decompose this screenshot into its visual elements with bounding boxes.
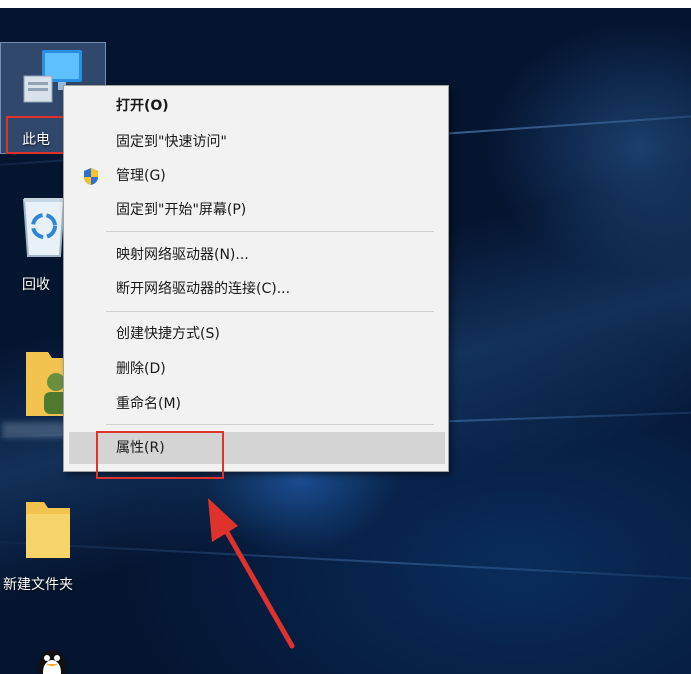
menu-item-label: 固定到"快速访问": [116, 134, 227, 150]
menu-item-create-shortcut[interactable]: 创建快捷方式(S): [65, 321, 447, 347]
red-arrow-annotation: [208, 498, 295, 649]
menu-separator: [106, 311, 434, 312]
menu-item-label: 打开(O): [116, 98, 169, 114]
menu-item-rename[interactable]: 重命名(M): [65, 391, 447, 417]
menu-separator: [106, 424, 434, 425]
wallpaper-light-beam: [0, 538, 691, 588]
menu-item-pin-quick-access[interactable]: 固定到"快速访问": [65, 129, 447, 155]
menu-item-label: 重命名(M): [116, 396, 182, 412]
menu-separator: [106, 231, 434, 232]
uac-shield-icon: [84, 168, 98, 185]
desktop-icon-label: 新建文件夹: [3, 577, 73, 593]
menu-item-pin-start[interactable]: 固定到"开始"屏幕(P): [65, 197, 447, 223]
menu-item-open[interactable]: 打开(O): [65, 93, 447, 119]
desktop-icon-qq[interactable]: [12, 644, 92, 674]
menu-item-label: 映射网络驱动器(N)...: [116, 247, 249, 263]
folder-icon: [26, 502, 70, 558]
menu-item-delete[interactable]: 删除(D): [65, 356, 447, 382]
menu-item-label: 删除(D): [116, 361, 166, 377]
menu-item-label: 固定到"开始"屏幕(P): [116, 202, 247, 218]
desktop-icon-new-folder[interactable]: 新建文件夹: [3, 498, 88, 598]
menu-item-label: 断开网络驱动器的连接(C)...: [116, 281, 291, 297]
desktop-icon-label: 回收: [22, 277, 50, 293]
menu-item-disconnect-network-drive[interactable]: 断开网络驱动器的连接(C)...: [65, 276, 447, 302]
menu-item-manage[interactable]: 管理(G): [65, 163, 447, 189]
menu-item-label: 管理(G): [116, 168, 166, 184]
menu-item-label: 创建快捷方式(S): [116, 326, 220, 342]
menu-item-map-network-drive[interactable]: 映射网络驱动器(N)...: [65, 242, 447, 268]
highlight-box-properties: [96, 431, 224, 479]
qq-penguin-icon: [38, 650, 66, 674]
context-menu: 打开(O) 固定到"快速访问" 管理(G) 固定到"开始"屏幕(P) 映射网络驱…: [63, 85, 449, 472]
